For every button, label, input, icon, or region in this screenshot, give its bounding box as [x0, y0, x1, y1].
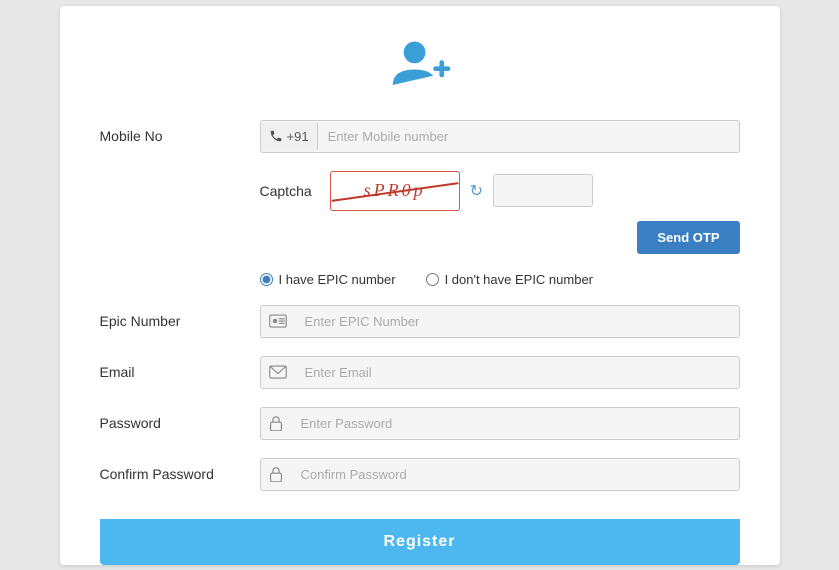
radio-have-epic-input[interactable]: [260, 273, 273, 286]
captcha-image: sPR0p: [330, 171, 460, 211]
captcha-label: Captcha: [260, 183, 312, 199]
header-icon-area: [100, 36, 740, 96]
radio-no-epic-label: I don't have EPIC number: [445, 272, 593, 287]
id-icon-svg: [269, 314, 287, 328]
radio-have-epic-label: I have EPIC number: [279, 272, 396, 287]
password-input-group: [260, 407, 740, 440]
password-input[interactable]: [291, 408, 739, 439]
epic-row: Epic Number: [100, 305, 740, 338]
captcha-text: sPR0p: [364, 180, 426, 201]
refresh-icon[interactable]: ↻: [470, 181, 483, 201]
email-label: Email: [100, 364, 260, 380]
email-field: [260, 356, 740, 389]
mobile-input-group: +91: [260, 120, 740, 153]
confirm-password-label: Confirm Password: [100, 466, 260, 482]
epic-input-group: [260, 305, 740, 338]
radio-have-epic[interactable]: I have EPIC number: [260, 272, 396, 287]
radio-row: I have EPIC number I don't have EPIC num…: [100, 272, 740, 287]
captcha-row: Captcha sPR0p ↻: [100, 171, 740, 211]
confirm-password-row: Confirm Password: [100, 458, 740, 491]
confirm-password-input[interactable]: [291, 459, 739, 490]
mobile-label: Mobile No: [100, 128, 260, 144]
email-icon-svg: [269, 365, 287, 379]
radio-no-epic-input[interactable]: [426, 273, 439, 286]
epic-label: Epic Number: [100, 313, 260, 329]
email-row: Email: [100, 356, 740, 389]
password-label: Password: [100, 415, 260, 431]
user-add-icon: [385, 36, 455, 96]
email-input[interactable]: [295, 357, 739, 388]
form-container: Mobile No +91 Captcha sPR0p ↻ Send OTP: [60, 6, 780, 565]
confirm-password-input-group: [260, 458, 740, 491]
password-field: [260, 407, 740, 440]
phone-icon: [269, 129, 283, 143]
country-code: +91: [287, 129, 309, 144]
epic-field: [260, 305, 740, 338]
captcha-input[interactable]: [493, 174, 593, 207]
send-otp-button[interactable]: Send OTP: [637, 221, 739, 254]
id-card-icon: [261, 308, 295, 334]
confirm-password-field: [260, 458, 740, 491]
mobile-input[interactable]: [318, 121, 739, 152]
send-otp-row: Send OTP: [100, 221, 740, 254]
mobile-row: Mobile No +91: [100, 120, 740, 153]
mobile-field: +91: [260, 120, 740, 153]
confirm-lock-icon: [261, 460, 291, 488]
email-icon: [261, 359, 295, 385]
epic-input[interactable]: [295, 306, 739, 337]
email-input-group: [260, 356, 740, 389]
register-button[interactable]: Register: [100, 519, 740, 565]
lock-icon-svg: [269, 415, 283, 431]
lock-icon: [261, 409, 291, 437]
phone-prefix: +91: [261, 123, 318, 150]
confirm-lock-icon-svg: [269, 466, 283, 482]
radio-no-epic[interactable]: I don't have EPIC number: [426, 272, 593, 287]
password-row: Password: [100, 407, 740, 440]
